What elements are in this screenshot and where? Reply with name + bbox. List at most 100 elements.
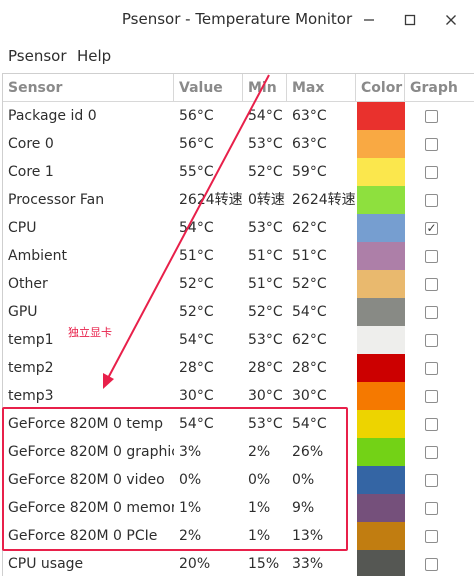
- cell-sensor: temp3: [8, 388, 54, 404]
- cell-value: 56°C: [179, 108, 214, 124]
- table-row[interactable]: Ambient 51°C 51°C 51°C: [3, 242, 474, 270]
- cell-value: 54°C: [179, 220, 214, 236]
- table-row[interactable]: GeForce 820M 0 video 0% 0% 0%: [3, 466, 474, 494]
- color-swatch[interactable]: [357, 382, 405, 410]
- maximize-icon[interactable]: [395, 6, 425, 34]
- cell-max: 26%: [292, 444, 324, 460]
- annotation-label: 独立显卡: [68, 326, 112, 339]
- color-swatch[interactable]: [357, 186, 405, 214]
- menu-help[interactable]: Help: [77, 47, 111, 65]
- table-row[interactable]: Package id 0 56°C 54°C 63°C: [3, 102, 474, 130]
- menu-psensor[interactable]: Psensor: [8, 47, 67, 65]
- color-swatch[interactable]: [357, 466, 405, 494]
- cell-sensor: Processor Fan: [8, 192, 105, 208]
- table-row[interactable]: GPU 52°C 52°C 54°C: [3, 298, 474, 326]
- cell-sensor: CPU usage: [8, 556, 84, 572]
- column-header-color[interactable]: Color: [356, 74, 405, 102]
- column-header-graph[interactable]: Graph: [405, 74, 474, 102]
- color-swatch[interactable]: [357, 130, 405, 158]
- graph-checkbox[interactable]: [425, 418, 438, 431]
- table-row[interactable]: GeForce 820M 0 memory 1% 1% 9%: [3, 494, 474, 522]
- color-swatch[interactable]: [357, 242, 405, 270]
- graph-checkbox[interactable]: [425, 502, 438, 515]
- cell-value: 52°C: [179, 304, 214, 320]
- cell-sensor: GPU: [8, 304, 38, 320]
- table-row[interactable]: GeForce 820M 0 temp 54°C 53°C 54°C: [3, 410, 474, 438]
- table-row[interactable]: Other 52°C 51°C 52°C: [3, 270, 474, 298]
- color-swatch[interactable]: [357, 550, 405, 576]
- cell-min: 51°C: [248, 248, 283, 264]
- cell-max: 62°C: [292, 220, 327, 236]
- color-swatch[interactable]: [357, 102, 405, 130]
- color-swatch[interactable]: [357, 270, 405, 298]
- color-swatch[interactable]: [357, 438, 405, 466]
- graph-checkbox[interactable]: [425, 474, 438, 487]
- table-row[interactable]: Processor Fan 2624转速 0转速 2624转速: [3, 186, 474, 214]
- cell-sensor: temp2: [8, 360, 54, 376]
- column-header-max[interactable]: Max: [287, 74, 356, 102]
- cell-value: 51°C: [179, 248, 214, 264]
- column-header-sensor[interactable]: Sensor: [3, 74, 174, 102]
- cell-max: 63°C: [292, 136, 327, 152]
- graph-checkbox[interactable]: ✓: [425, 221, 438, 235]
- table-row[interactable]: GeForce 820M 0 PCIe 2% 1% 13%: [3, 522, 474, 550]
- table-row[interactable]: CPU 54°C 53°C 62°C ✓: [3, 214, 474, 242]
- graph-checkbox[interactable]: [425, 250, 438, 263]
- cell-max: 54°C: [292, 416, 327, 432]
- cell-min: 54°C: [248, 108, 283, 124]
- graph-checkbox[interactable]: [425, 278, 438, 291]
- cell-min: 15%: [248, 556, 280, 572]
- graph-checkbox[interactable]: [425, 558, 438, 571]
- cell-max: 13%: [292, 528, 324, 544]
- color-swatch[interactable]: [357, 522, 405, 550]
- cell-value: 1%: [179, 500, 202, 516]
- minimize-icon[interactable]: [354, 6, 384, 34]
- cell-min: 1%: [248, 500, 271, 516]
- cell-value: 3%: [179, 444, 202, 460]
- graph-checkbox[interactable]: [425, 306, 438, 319]
- table-row[interactable]: CPU usage 20% 15% 33%: [3, 550, 474, 576]
- color-swatch[interactable]: [357, 214, 405, 242]
- color-swatch[interactable]: [357, 354, 405, 382]
- color-swatch[interactable]: [357, 410, 405, 438]
- table-row[interactable]: temp2 28°C 28°C 28°C: [3, 354, 474, 382]
- cell-value: 55°C: [179, 164, 214, 180]
- table-header: Sensor Value Min Max Color Graph: [3, 74, 474, 102]
- cell-sensor: GeForce 820M 0 graphics: [8, 444, 174, 460]
- table-row[interactable]: GeForce 820M 0 graphics 3% 2% 26%: [3, 438, 474, 466]
- cell-max: 51°C: [292, 248, 327, 264]
- graph-checkbox[interactable]: [425, 194, 438, 207]
- graph-checkbox[interactable]: [425, 166, 438, 179]
- close-icon[interactable]: [436, 6, 466, 34]
- column-header-min[interactable]: Min: [243, 74, 287, 102]
- checkmark-icon: ✓: [426, 221, 437, 235]
- cell-max: 28°C: [292, 360, 327, 376]
- graph-checkbox[interactable]: [425, 390, 438, 403]
- graph-checkbox[interactable]: [425, 362, 438, 375]
- cell-sensor: GeForce 820M 0 memory: [8, 500, 174, 516]
- cell-min: 2%: [248, 444, 271, 460]
- graph-checkbox[interactable]: [425, 530, 438, 543]
- color-swatch[interactable]: [357, 298, 405, 326]
- cell-max: 9%: [292, 500, 315, 516]
- cell-sensor: Ambient: [8, 248, 67, 264]
- graph-checkbox[interactable]: [425, 334, 438, 347]
- color-swatch[interactable]: [357, 158, 405, 186]
- cell-value: 2%: [179, 528, 202, 544]
- cell-max: 54°C: [292, 304, 327, 320]
- cell-max: 62°C: [292, 332, 327, 348]
- graph-checkbox[interactable]: [425, 138, 438, 151]
- cell-min: 52°C: [248, 304, 283, 320]
- cell-min: 53°C: [248, 332, 283, 348]
- table-row[interactable]: temp3 30°C 30°C 30°C: [3, 382, 474, 410]
- graph-checkbox[interactable]: [425, 110, 438, 123]
- column-header-value[interactable]: Value: [174, 74, 243, 102]
- color-swatch[interactable]: [357, 326, 405, 354]
- table-row[interactable]: Core 0 56°C 53°C 63°C: [3, 130, 474, 158]
- cell-sensor: Other: [8, 276, 48, 292]
- table-row[interactable]: Core 1 55°C 52°C 59°C: [3, 158, 474, 186]
- graph-checkbox[interactable]: [425, 446, 438, 459]
- cell-sensor: CPU: [8, 220, 37, 236]
- color-swatch[interactable]: [357, 494, 405, 522]
- cell-min: 0转速: [248, 192, 285, 208]
